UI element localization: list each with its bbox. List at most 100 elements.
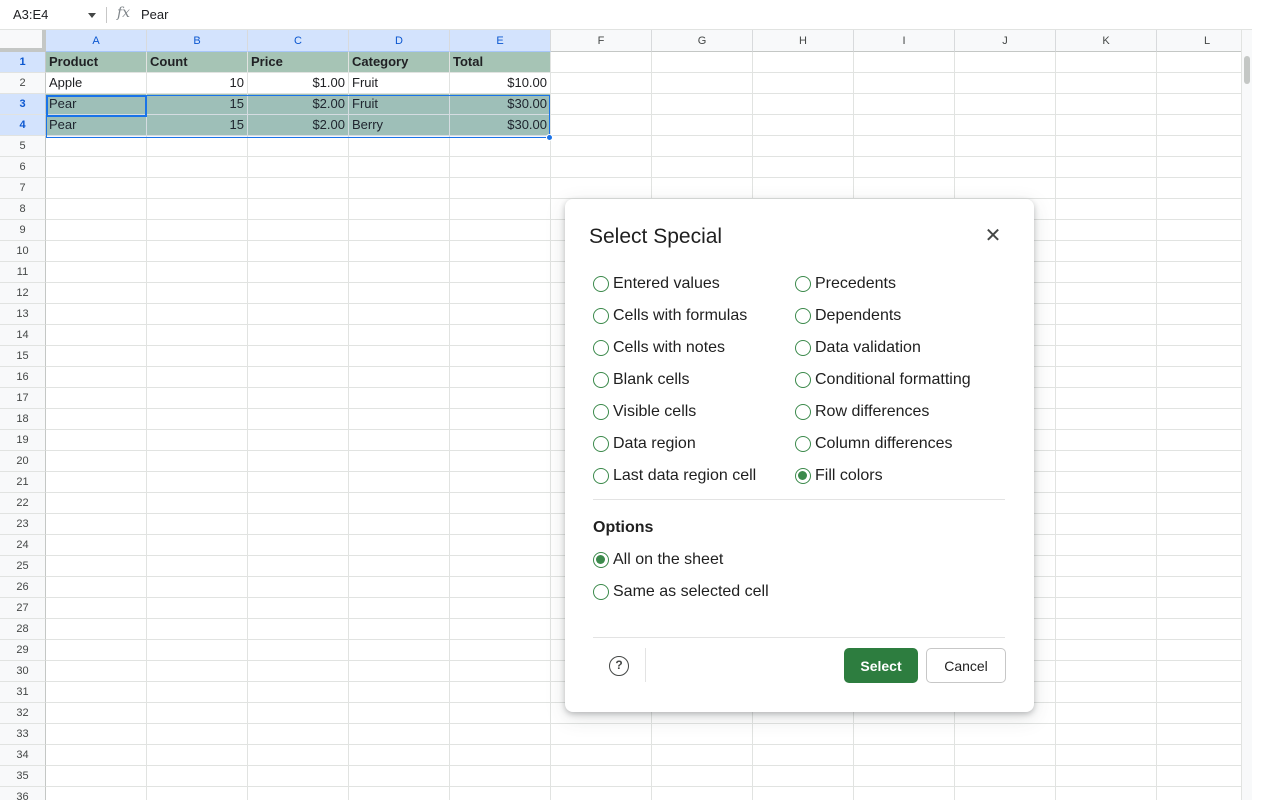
column-header[interactable]: E (450, 30, 551, 52)
radio-icon[interactable] (795, 404, 811, 420)
cell[interactable] (1157, 724, 1241, 745)
cell[interactable] (854, 766, 955, 787)
cell[interactable] (248, 640, 349, 661)
row-header[interactable]: 5 (0, 136, 46, 157)
row-header[interactable]: 30 (0, 661, 46, 682)
cell[interactable] (1157, 787, 1241, 800)
radio-icon[interactable] (593, 404, 609, 420)
cell[interactable] (955, 178, 1056, 199)
cell[interactable] (1157, 136, 1241, 157)
row-header[interactable]: 7 (0, 178, 46, 199)
cell[interactable] (349, 283, 450, 304)
cell[interactable] (1056, 430, 1157, 451)
cell[interactable] (46, 157, 147, 178)
cell[interactable] (147, 325, 248, 346)
radio-option[interactable]: Conditional formatting (795, 368, 971, 392)
cell[interactable] (1056, 640, 1157, 661)
cell[interactable] (349, 346, 450, 367)
cell[interactable] (955, 115, 1056, 136)
header-cell[interactable]: Category (349, 52, 450, 73)
radio-option[interactable]: Cells with notes (593, 336, 725, 360)
cell[interactable] (248, 367, 349, 388)
cell[interactable] (46, 745, 147, 766)
cell[interactable] (1056, 52, 1157, 73)
row-header[interactable]: 25 (0, 556, 46, 577)
cell[interactable] (248, 577, 349, 598)
data-cell[interactable]: $2.00 (248, 94, 349, 115)
cell[interactable] (551, 73, 652, 94)
header-cell[interactable]: Price (248, 52, 349, 73)
cell[interactable] (349, 136, 450, 157)
cell[interactable] (46, 640, 147, 661)
cell[interactable] (248, 283, 349, 304)
vertical-scrollbar[interactable] (1241, 30, 1252, 800)
cell[interactable] (450, 535, 551, 556)
help-icon[interactable]: ? (609, 656, 629, 676)
cell[interactable] (147, 304, 248, 325)
cell[interactable] (1056, 556, 1157, 577)
row-header[interactable]: 34 (0, 745, 46, 766)
cell[interactable] (1157, 535, 1241, 556)
cell[interactable] (1056, 199, 1157, 220)
cell[interactable] (1157, 52, 1241, 73)
cell[interactable] (46, 535, 147, 556)
cell[interactable] (450, 178, 551, 199)
data-cell[interactable]: Fruit (349, 94, 450, 115)
cell[interactable] (349, 199, 450, 220)
data-cell[interactable]: $1.00 (248, 73, 349, 94)
cell[interactable] (46, 325, 147, 346)
cell[interactable] (46, 409, 147, 430)
row-header[interactable]: 18 (0, 409, 46, 430)
cell[interactable] (551, 178, 652, 199)
cell[interactable] (1056, 577, 1157, 598)
cell[interactable] (248, 178, 349, 199)
radio-option[interactable]: Entered values (593, 272, 720, 296)
radio-option[interactable]: Visible cells (593, 400, 696, 424)
row-header[interactable]: 35 (0, 766, 46, 787)
cell[interactable] (1056, 598, 1157, 619)
column-header[interactable]: G (652, 30, 753, 52)
cell[interactable] (349, 325, 450, 346)
cell[interactable] (1056, 304, 1157, 325)
cell[interactable] (854, 94, 955, 115)
row-header[interactable]: 9 (0, 220, 46, 241)
cell[interactable] (652, 766, 753, 787)
cell[interactable] (46, 367, 147, 388)
cell[interactable] (349, 241, 450, 262)
cell[interactable] (450, 199, 551, 220)
cell[interactable] (450, 766, 551, 787)
cell[interactable] (1056, 241, 1157, 262)
cell[interactable] (1056, 661, 1157, 682)
cell[interactable] (147, 178, 248, 199)
radio-selected-icon[interactable] (593, 552, 609, 568)
header-cell[interactable]: Count (147, 52, 248, 73)
row-header[interactable]: 4 (0, 115, 46, 136)
cell[interactable] (1056, 682, 1157, 703)
cell[interactable] (1157, 367, 1241, 388)
cell[interactable] (955, 94, 1056, 115)
data-cell[interactable]: Apple (46, 73, 147, 94)
cell[interactable] (1157, 199, 1241, 220)
row-header[interactable]: 27 (0, 598, 46, 619)
radio-option[interactable]: Data region (593, 432, 696, 456)
cell[interactable] (1056, 220, 1157, 241)
cell[interactable] (854, 787, 955, 800)
row-header[interactable]: 21 (0, 472, 46, 493)
cell[interactable] (1157, 325, 1241, 346)
cell[interactable] (1056, 724, 1157, 745)
row-header[interactable]: 24 (0, 535, 46, 556)
cell[interactable] (147, 619, 248, 640)
cell[interactable] (1157, 661, 1241, 682)
cell[interactable] (248, 451, 349, 472)
cell[interactable] (349, 262, 450, 283)
cell[interactable] (46, 220, 147, 241)
cell[interactable] (147, 787, 248, 800)
cell[interactable] (955, 787, 1056, 800)
cell[interactable] (450, 598, 551, 619)
cell[interactable] (1157, 220, 1241, 241)
cell[interactable] (854, 745, 955, 766)
cell[interactable] (349, 682, 450, 703)
cell[interactable] (46, 388, 147, 409)
cell[interactable] (349, 640, 450, 661)
cell[interactable] (147, 535, 248, 556)
